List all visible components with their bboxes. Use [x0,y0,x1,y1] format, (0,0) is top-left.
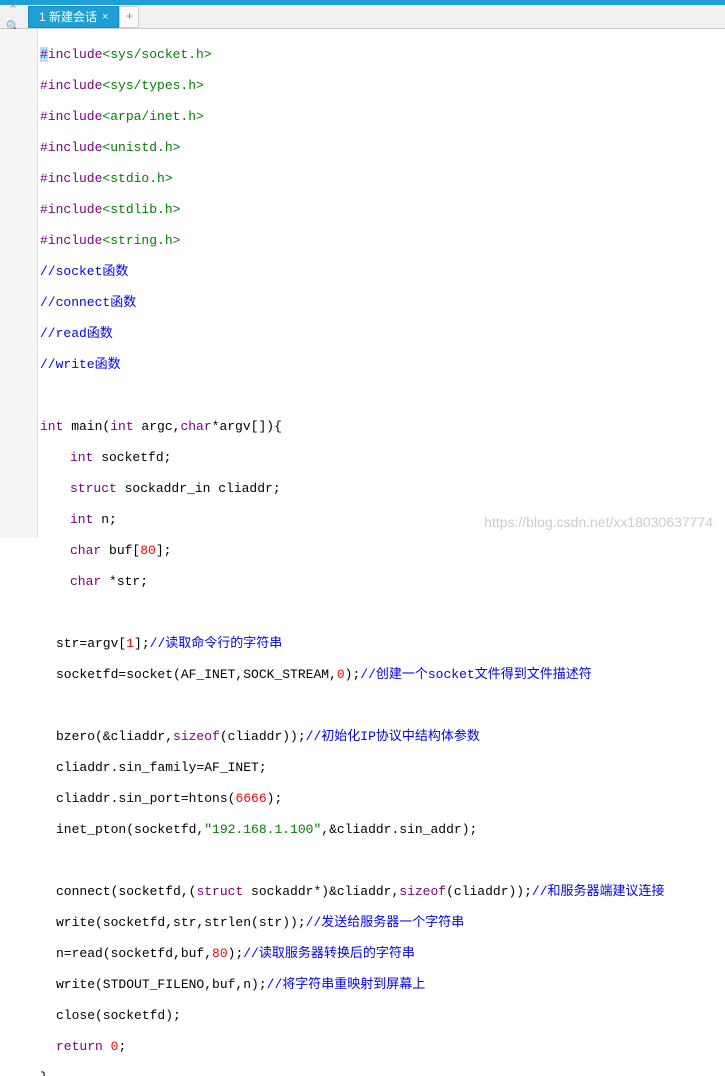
comment: //读取命令行的字符串 [150,636,283,651]
number: 80 [140,543,156,558]
kw-return: return [56,1039,103,1054]
kw-struct: struct [196,884,243,899]
code-text: ]; [156,543,172,558]
hash-highlight: # [40,47,48,62]
code-text: inet_pton(socketfd, [56,822,204,837]
kw-sizeof: sizeof [399,884,446,899]
code-text: (cliaddr)); [220,729,306,744]
code-text: connect(socketfd,( [56,884,196,899]
code-text: socketfd; [93,450,171,465]
comment: //读取服务器转换后的字符串 [243,946,415,961]
preproc: #include [40,233,102,248]
comment: //初始化IP协议中结构体参数 [306,729,480,744]
code-text: ; [118,1039,126,1054]
code-text [103,1039,111,1054]
code-text: argc, [134,419,181,434]
code-text: main( [63,419,110,434]
code-text: cliaddr.sin_port=htons( [56,791,235,806]
kw-char: char [70,574,101,589]
code-text: sockaddr_in cliaddr; [117,481,281,496]
kw-char: char [180,419,211,434]
code-text: n; [93,512,116,527]
kw-int: int [110,419,133,434]
close-icon[interactable]: × [4,0,22,16]
tab-label: 1 新建会话 [39,8,97,25]
include-path: <sys/socket.h> [102,47,211,62]
code-text: buf[ [101,543,140,558]
comment: //connect函数 [40,295,136,310]
marker-icon [12,33,26,47]
code-text: write(STDOUT_FILENO,buf,n); [56,977,267,992]
tab-close-icon[interactable]: × [102,11,108,23]
code-text: socketfd=socket(AF_INET,SOCK_STREAM, [56,667,337,682]
code-text: *argv[]){ [212,419,282,434]
comment: //将字符串重映射到屏幕上 [267,977,426,992]
kw-char: char [70,543,101,558]
code-text: ); [228,946,244,961]
include-path: <sys/types.h> [102,78,203,93]
add-tab-button[interactable]: + [119,6,139,28]
kw-int: int [70,450,93,465]
include-path: <unistd.h> [102,140,180,155]
code-text: ); [267,791,283,806]
code-text: ,&cliaddr.sin_addr); [321,822,477,837]
code-text: ); [345,667,361,682]
code-text: *str; [101,574,148,589]
kw-int: int [70,512,93,527]
preproc: #include [40,140,102,155]
comment: //write函数 [40,357,121,372]
code-editor[interactable]: #include<sys/socket.h> #include<sys/type… [38,29,725,538]
include-path: <stdlib.h> [102,202,180,217]
comment: //创建一个socket文件得到文件描述符 [360,667,591,682]
preproc: #include [40,78,102,93]
code-text: n=read(socketfd,buf, [56,946,212,961]
include-path: <stdio.h> [102,171,172,186]
number: 0 [111,1039,119,1054]
kw-sizeof: sizeof [173,729,220,744]
code-text: close(socketfd); [56,1008,181,1023]
code-text: } [40,1070,48,1076]
number: 80 [212,946,228,961]
main-area: #include<sys/socket.h> #include<sys/type… [0,29,725,538]
tab-bar: × 🔍 1 新建会话 × + [0,5,725,29]
comment: //read函数 [40,326,113,341]
number: 6666 [235,791,266,806]
preproc: #include [40,171,102,186]
code-text: sockaddr*)&cliaddr, [243,884,399,899]
string: "192.168.1.100" [204,822,321,837]
code-text: write(socketfd,str,strlen(str)); [56,915,306,930]
comment: //和服务器端建议连接 [532,884,665,899]
include-path: <string.h> [102,233,180,248]
code-text: str=argv[ [56,636,126,651]
include-path: <arpa/inet.h> [102,109,203,124]
number: 1 [126,636,134,651]
code-text: (cliaddr)); [446,884,532,899]
code-text: bzero(&cliaddr, [56,729,173,744]
tab-session-1[interactable]: 1 新建会话 × [28,6,119,28]
number: 0 [337,667,345,682]
preproc: include [48,47,103,62]
comment: //发送给服务器一个字符串 [306,915,465,930]
code-text: cliaddr.sin_family=AF_INET; [56,760,267,775]
kw-struct: struct [70,481,117,496]
code-text: ]; [134,636,150,651]
kw-int: int [40,419,63,434]
comment: //socket函数 [40,264,128,279]
preproc: #include [40,109,102,124]
gutter [0,29,38,538]
preproc: #include [40,202,102,217]
